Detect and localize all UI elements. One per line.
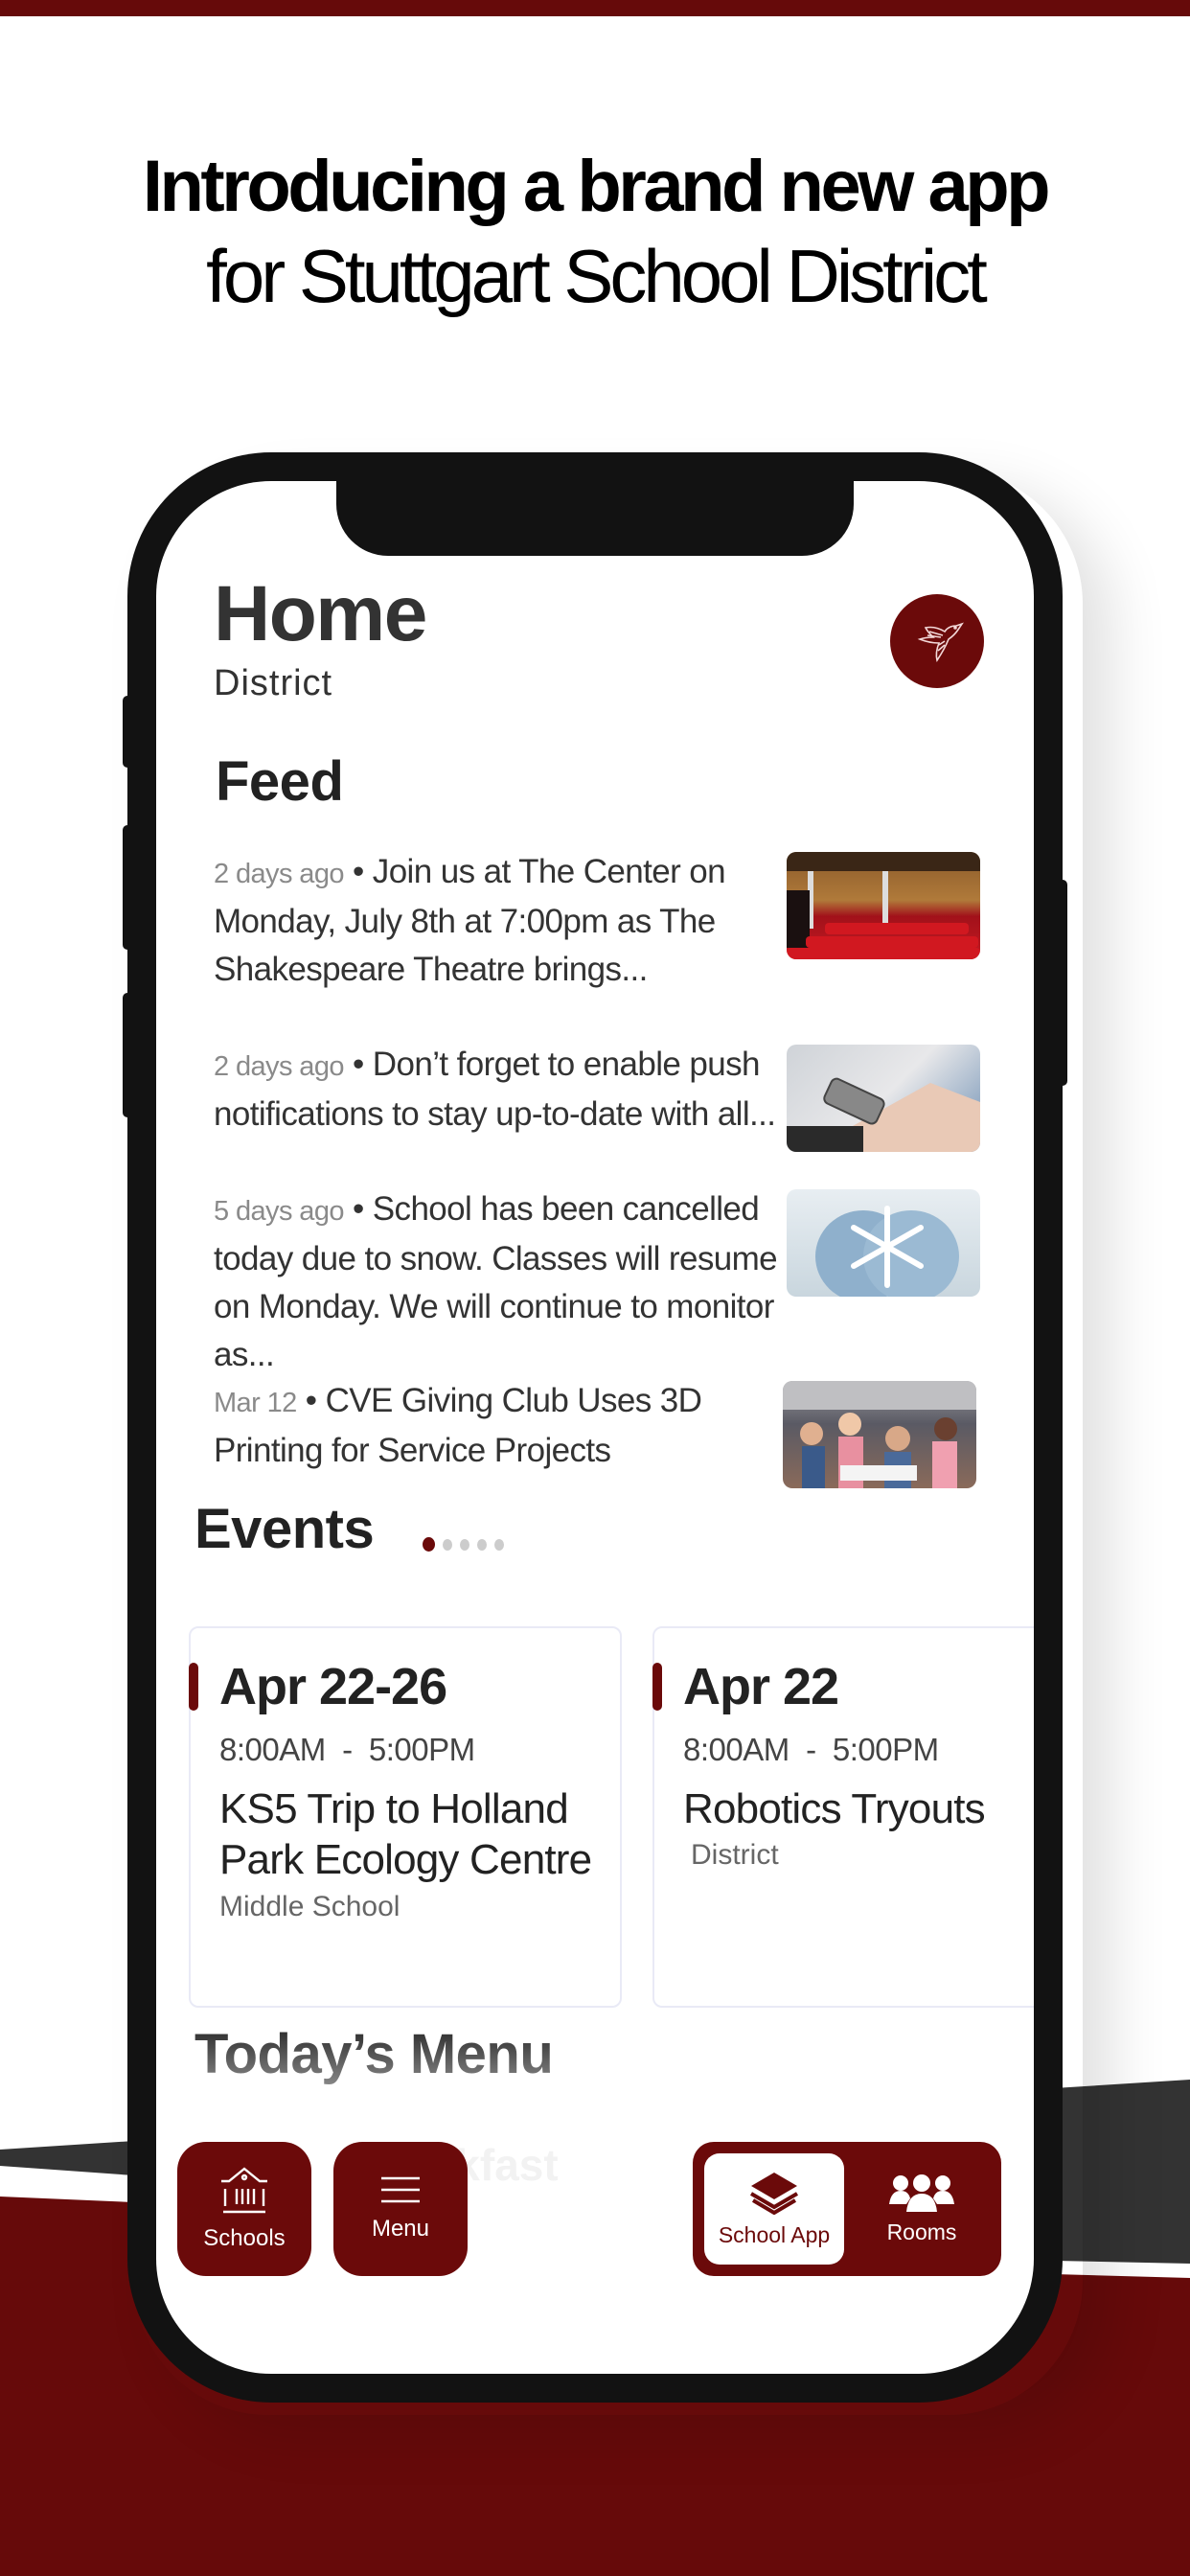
feed-item[interactable]: Mar 12 • CVE Giving Club Uses 3D Printin… bbox=[214, 1377, 999, 1488]
event-title: Robotics Tryouts bbox=[683, 1785, 986, 1832]
event-date: Apr 22-26 bbox=[219, 1658, 447, 1715]
classroom-students-image bbox=[783, 1381, 976, 1488]
event-title: KS5 Trip to Holland Park Ecology Centre bbox=[219, 1785, 592, 1883]
event-date: Apr 22 bbox=[683, 1658, 839, 1715]
event-time: 8:00AM - 5:00PM bbox=[219, 1732, 475, 1767]
headline-regular: for Stuttgart School District bbox=[206, 234, 988, 318]
pager-dot[interactable] bbox=[477, 1538, 487, 1551]
feed-item-time: Mar 12 bbox=[214, 1388, 297, 1418]
phone-screen: Home District Feed 2 days ago • Join us … bbox=[156, 481, 1034, 2374]
school-building-icon bbox=[221, 2167, 267, 2214]
layers-stack-icon bbox=[749, 2172, 799, 2215]
app-switcher: School App Rooms bbox=[693, 2142, 1001, 2276]
people-group-icon bbox=[889, 2174, 954, 2212]
feed-heading: Feed bbox=[216, 750, 344, 813]
feed-separator: • bbox=[353, 853, 364, 890]
district-logo[interactable] bbox=[890, 594, 984, 688]
event-accent-bar bbox=[189, 1663, 198, 1711]
theatre-seats-image bbox=[787, 852, 980, 959]
todays-menu-heading: Today’s Menu bbox=[195, 2023, 554, 2085]
event-time: 8:00AM - 5:00PM bbox=[683, 1732, 939, 1767]
feed-item-time: 5 days ago bbox=[214, 1196, 344, 1227]
feed-item[interactable]: 2 days ago • Don’t forget to enable push… bbox=[214, 1041, 999, 1152]
feed-item[interactable]: 2 days ago • Join us at The Center on Mo… bbox=[214, 848, 999, 994]
pager-dot[interactable] bbox=[423, 1537, 435, 1552]
feed-separator: • bbox=[353, 1190, 364, 1228]
promo-headline: Introducing a brand new app for Stuttgar… bbox=[0, 144, 1190, 322]
menu-button[interactable]: Menu bbox=[333, 2142, 468, 2276]
phone-in-hand-image bbox=[787, 1045, 980, 1152]
phone-frame: Home District Feed 2 days ago • Join us … bbox=[127, 452, 1063, 2403]
feed-item[interactable]: 5 days ago • School has been cancelled t… bbox=[214, 1185, 999, 1379]
feed-item-time: 2 days ago bbox=[214, 859, 344, 889]
page-subtitle: District bbox=[214, 663, 333, 703]
tab-school-app-label: School App bbox=[718, 2221, 831, 2247]
phone-notch bbox=[336, 481, 854, 556]
event-location: Middle School bbox=[219, 1891, 400, 1922]
schools-button[interactable]: Schools bbox=[177, 2142, 311, 2276]
feed-separator: • bbox=[353, 1046, 364, 1083]
pager-dot[interactable] bbox=[494, 1538, 504, 1551]
pager-dot[interactable] bbox=[460, 1538, 469, 1551]
tab-rooms[interactable]: Rooms bbox=[852, 2153, 992, 2265]
tab-school-app[interactable]: School App bbox=[704, 2153, 844, 2265]
page-title: Home bbox=[214, 570, 427, 657]
event-card[interactable]: Apr 22-26 8:00AM - 5:00PM KS5 Trip to Ho… bbox=[189, 1626, 622, 2008]
top-brand-bar bbox=[0, 0, 1190, 16]
pager-dot[interactable] bbox=[443, 1538, 452, 1551]
events-heading: Events bbox=[195, 1498, 375, 1560]
headline-bold: Introducing a brand new app bbox=[142, 146, 1051, 227]
menu-label: Menu bbox=[371, 2216, 430, 2242]
snowflake-mittens-image bbox=[787, 1189, 980, 1297]
feed-item-time: 2 days ago bbox=[214, 1051, 344, 1082]
event-card[interactable]: Apr 22 8:00AM - 5:00PM Robotics Tryouts … bbox=[652, 1626, 1034, 2008]
bird-logo-icon bbox=[917, 622, 964, 662]
event-location: District bbox=[691, 1839, 779, 1871]
hamburger-menu-icon bbox=[381, 2176, 420, 2203]
feed-separator: • bbox=[305, 1382, 317, 1419]
dark-band-left bbox=[0, 2141, 134, 2175]
schools-label: Schools bbox=[203, 2225, 286, 2251]
tab-rooms-label: Rooms bbox=[886, 2219, 957, 2244]
events-pager[interactable] bbox=[423, 1537, 504, 1552]
event-accent-bar bbox=[652, 1663, 662, 1711]
